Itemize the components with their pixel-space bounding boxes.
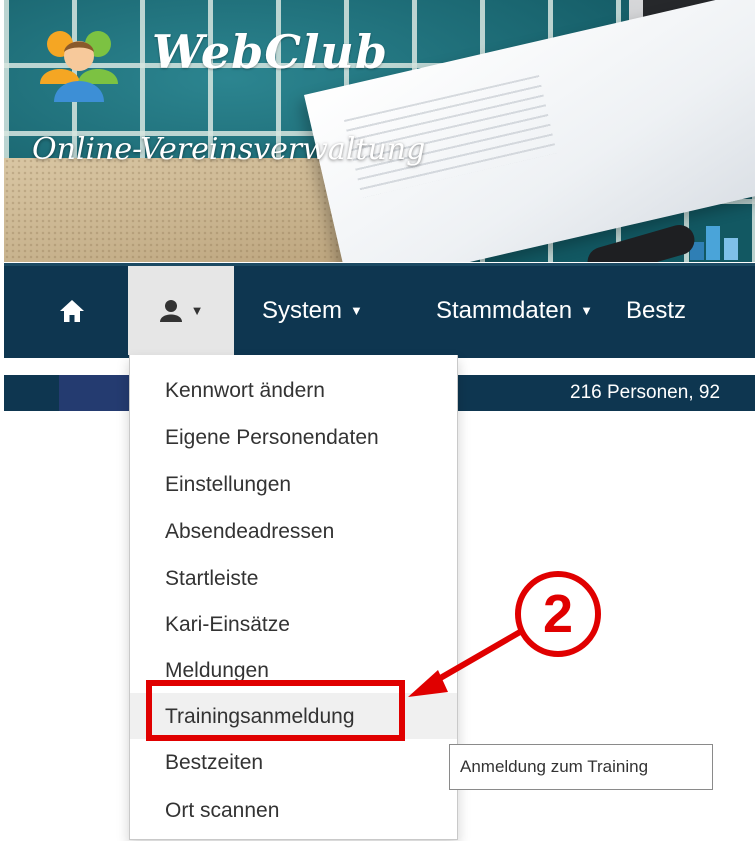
strip-accent	[59, 375, 134, 411]
user-icon	[159, 299, 182, 322]
menu-item-label: Einstellungen	[165, 473, 292, 496]
menu-item-kari-einsaetze[interactable]: Kari-Einsätze	[130, 601, 457, 647]
nav-bestzeiten[interactable]: Bestz	[626, 266, 686, 355]
nav-stammdaten[interactable]: Stammdaten ▼	[436, 266, 593, 355]
menu-item-label: Kari-Einsätze	[165, 613, 290, 636]
menu-item-label: Startleiste	[165, 567, 259, 590]
home-icon	[60, 299, 84, 322]
people-group-icon[interactable]	[38, 22, 120, 102]
header-banner: WebClub Online-Vereinsverwaltung	[4, 0, 755, 262]
menu-item-einstellungen[interactable]: Einstellungen	[130, 461, 457, 507]
menu-item-startleiste[interactable]: Startleiste	[130, 555, 457, 601]
menu-item-absendeadressen[interactable]: Absendeadressen	[130, 508, 457, 554]
user-dropdown-menu: Kennwort ändern Eigene Personendaten Ein…	[129, 355, 458, 840]
app-brand[interactable]: WebClub	[152, 25, 388, 79]
nav-system[interactable]: System ▼	[262, 266, 363, 355]
nav-bestzeiten-label: Bestz	[626, 296, 687, 324]
menu-item-kennwort[interactable]: Kennwort ändern	[130, 367, 457, 413]
annotation-highlight-box	[146, 680, 405, 741]
menu-item-ort-scannen[interactable]: Ort scannen	[130, 787, 457, 833]
app-tagline: Online-Vereinsverwaltung	[32, 132, 426, 167]
menu-item-label: Bestzeiten	[165, 751, 264, 774]
nav-home[interactable]	[44, 266, 100, 355]
chevron-down-icon: ▼	[190, 303, 204, 318]
nav-system-label: System	[262, 296, 343, 324]
annotation-step-badge: 2	[515, 571, 601, 657]
menu-item-personendaten[interactable]: Eigene Personendaten	[130, 414, 457, 460]
chevron-down-icon: ▼	[350, 303, 363, 318]
nav-user-menu[interactable]: ▼	[128, 266, 234, 355]
menu-item-label: Kennwort ändern	[165, 379, 325, 402]
menu-item-label: Absendeadressen	[165, 520, 335, 543]
nav-stammdaten-label: Stammdaten	[436, 296, 573, 324]
menu-item-bestzeiten[interactable]: Bestzeiten	[130, 739, 457, 785]
chevron-down-icon: ▼	[580, 303, 593, 318]
menu-item-label: Ort scannen	[165, 799, 280, 822]
menu-item-label: Eigene Personendaten	[165, 426, 379, 449]
tooltip: Anmeldung zum Training	[449, 744, 713, 790]
status-count: 216 Personen, 92	[570, 382, 721, 403]
main-navbar: ▼ System ▼ Stammdaten ▼ Bestz	[4, 263, 755, 358]
